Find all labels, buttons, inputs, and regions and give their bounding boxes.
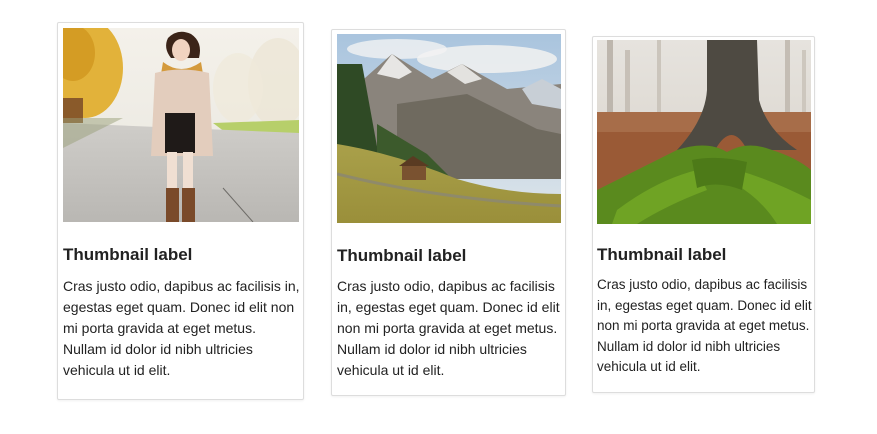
photo-woman-autumn	[63, 28, 299, 222]
thumbnail-card: Thumbnail label Cras justo odio, dapibus…	[331, 29, 566, 396]
thumbnail-label: Thumbnail label	[63, 245, 193, 264]
thumbnail-image-mountain-hut[interactable]	[337, 34, 561, 223]
thumbnail-caption: Cras justo odio, dapibus ac facilisis in…	[337, 278, 560, 378]
thumbnail-card: Thumbnail label Cras justo odio, dapibus…	[592, 36, 815, 393]
photo-mossy-tree	[597, 40, 811, 224]
thumbnail-label: Thumbnail label	[337, 246, 467, 265]
photo-mountain-hut	[337, 34, 561, 223]
thumbnail-label: Thumbnail label	[597, 245, 727, 264]
thumbnail-image-woman-autumn[interactable]	[63, 28, 299, 222]
thumbnail-image-mossy-tree[interactable]	[597, 40, 811, 224]
thumbnail-caption: Cras justo odio, dapibus ac facilisis in…	[63, 278, 300, 378]
thumbnail-card: Thumbnail label Cras justo odio, dapibus…	[57, 22, 304, 400]
thumbnail-caption: Cras justo odio, dapibus ac facilisis in…	[597, 277, 812, 374]
